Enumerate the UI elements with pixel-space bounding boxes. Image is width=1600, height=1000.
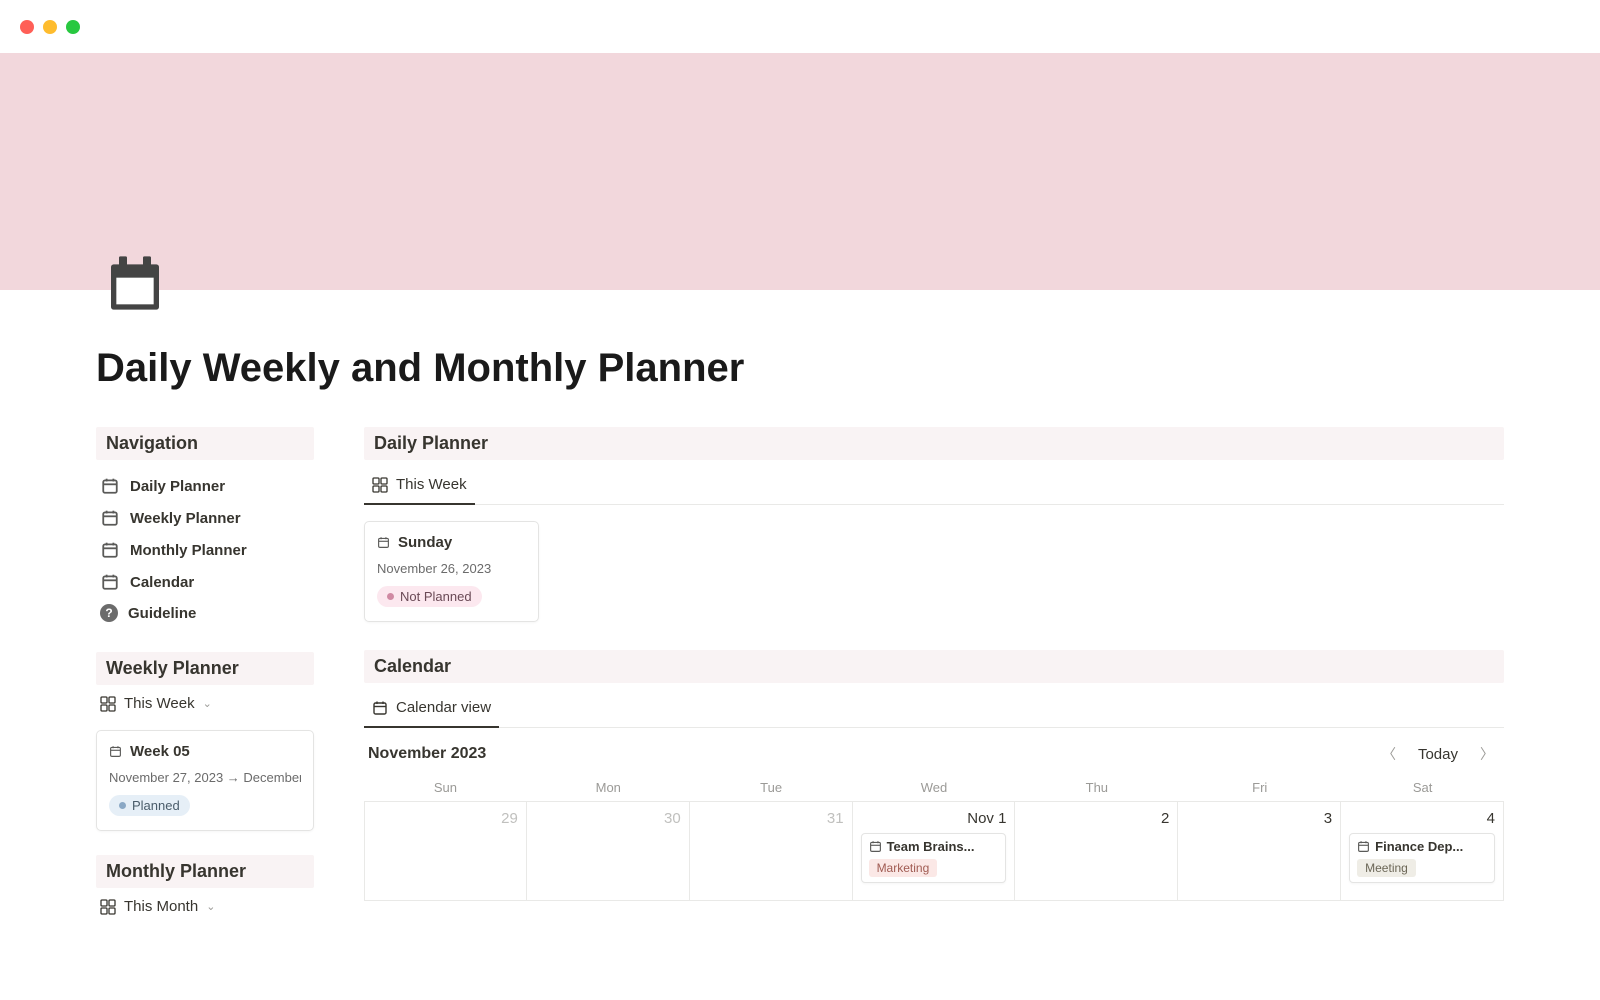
calendar-event[interactable]: Team Brains... Marketing — [861, 833, 1007, 883]
weekly-card-title: Week 05 — [130, 743, 190, 760]
weekly-card-tag: Planned — [109, 795, 190, 816]
calendar-dayhead: Sun — [364, 774, 527, 801]
calendar-dayhead: Mon — [527, 774, 690, 801]
board-icon — [372, 477, 388, 493]
calendar-day-number: 3 — [1186, 810, 1332, 827]
calendar-icon — [100, 476, 120, 496]
monthly-view-selector[interactable]: This Month ⌄ — [96, 888, 314, 923]
calendar-icon — [100, 508, 120, 528]
calendar-cell[interactable]: 2 — [1015, 801, 1178, 901]
calendar-month-label: November 2023 — [368, 745, 486, 763]
calendar-cell[interactable]: 30 — [527, 801, 690, 901]
board-icon — [100, 899, 116, 915]
calendar-day-number: 30 — [535, 810, 681, 827]
nav-item-weekly-planner[interactable]: Weekly Planner — [96, 502, 314, 534]
calendar-icon — [377, 536, 390, 549]
calendar-dayhead: Wed — [853, 774, 1016, 801]
window-close-button[interactable] — [20, 20, 34, 34]
daily-tab-label: This Week — [396, 476, 467, 493]
calendar-header: Calendar — [364, 650, 1504, 683]
daily-card[interactable]: Sunday November 26, 2023 Not Planned — [364, 521, 539, 622]
monthly-header: Monthly Planner — [96, 855, 314, 888]
calendar-day-number: 2 — [1023, 810, 1169, 827]
calendar-cell[interactable]: Nov 1 Team Brains... Marketing — [853, 801, 1016, 901]
monthly-view-label: This Month — [124, 898, 198, 915]
calendar-day-number: Nov 1 — [861, 810, 1007, 827]
calendar-day-number: 4 — [1349, 810, 1495, 827]
calendar-dayhead: Thu — [1015, 774, 1178, 801]
weekly-view-selector[interactable]: This Week ⌄ — [96, 685, 314, 720]
calendar-cell[interactable]: 4 Finance Dep... Meeting — [1341, 801, 1504, 901]
weekly-card[interactable]: Week 05 November 27, 2023 → December 3, … — [96, 730, 314, 831]
chevron-down-icon: ⌄ — [203, 697, 212, 710]
nav-item-guideline[interactable]: ? Guideline — [96, 598, 314, 628]
window-titlebar — [0, 0, 1600, 53]
nav-item-label: Daily Planner — [130, 478, 225, 495]
calendar-dayhead: Sat — [1341, 774, 1504, 801]
nav-item-label: Guideline — [128, 605, 196, 622]
nav-item-label: Weekly Planner — [130, 510, 241, 527]
calendar-prev-button[interactable]: 〈 — [1376, 742, 1402, 766]
calendar-icon — [109, 745, 122, 758]
window-minimize-button[interactable] — [43, 20, 57, 34]
nav-item-calendar[interactable]: Calendar — [96, 566, 314, 598]
daily-tab-this-week[interactable]: This Week — [364, 466, 475, 505]
event-tag: Marketing — [869, 859, 938, 877]
calendar-icon — [372, 700, 388, 716]
weekly-header: Weekly Planner — [96, 652, 314, 685]
chevron-down-icon: ⌄ — [206, 900, 215, 913]
calendar-icon — [100, 572, 120, 592]
calendar-day-number: 31 — [698, 810, 844, 827]
calendar-cell[interactable]: 3 — [1178, 801, 1341, 901]
help-icon: ? — [100, 604, 118, 622]
daily-card-title: Sunday — [398, 534, 452, 551]
board-icon — [100, 696, 116, 712]
daily-card-tag: Not Planned — [377, 586, 482, 607]
calendar-dayhead: Fri — [1178, 774, 1341, 801]
page-cover — [0, 53, 1600, 290]
calendar-tab-view[interactable]: Calendar view — [364, 689, 499, 728]
nav-item-daily-planner[interactable]: Daily Planner — [96, 470, 314, 502]
nav-item-label: Monthly Planner — [130, 542, 247, 559]
calendar-next-button[interactable]: 〉 — [1474, 742, 1500, 766]
nav-item-label: Calendar — [130, 574, 194, 591]
nav-header: Navigation — [96, 427, 314, 460]
calendar-icon — [100, 540, 120, 560]
calendar-dayhead: Tue — [690, 774, 853, 801]
nav-item-monthly-planner[interactable]: Monthly Planner — [96, 534, 314, 566]
calendar-today-button[interactable]: Today — [1418, 746, 1458, 763]
weekly-view-label: This Week — [124, 695, 195, 712]
daily-card-date: November 26, 2023 — [377, 561, 526, 576]
event-title: Team Brains... — [887, 839, 975, 854]
calendar-cell[interactable]: 31 — [690, 801, 853, 901]
calendar-cell[interactable]: 29 — [364, 801, 527, 901]
calendar-event[interactable]: Finance Dep... Meeting — [1349, 833, 1495, 883]
event-tag: Meeting — [1357, 859, 1416, 877]
page-icon[interactable] — [100, 248, 170, 318]
weekly-card-date: November 27, 2023 → December 3, 2 — [109, 770, 301, 785]
page-title: Daily Weekly and Monthly Planner — [96, 346, 1600, 391]
daily-header: Daily Planner — [364, 427, 1504, 460]
calendar-tab-label: Calendar view — [396, 699, 491, 716]
event-title: Finance Dep... — [1375, 839, 1463, 854]
window-maximize-button[interactable] — [66, 20, 80, 34]
calendar-day-number: 29 — [373, 810, 518, 827]
